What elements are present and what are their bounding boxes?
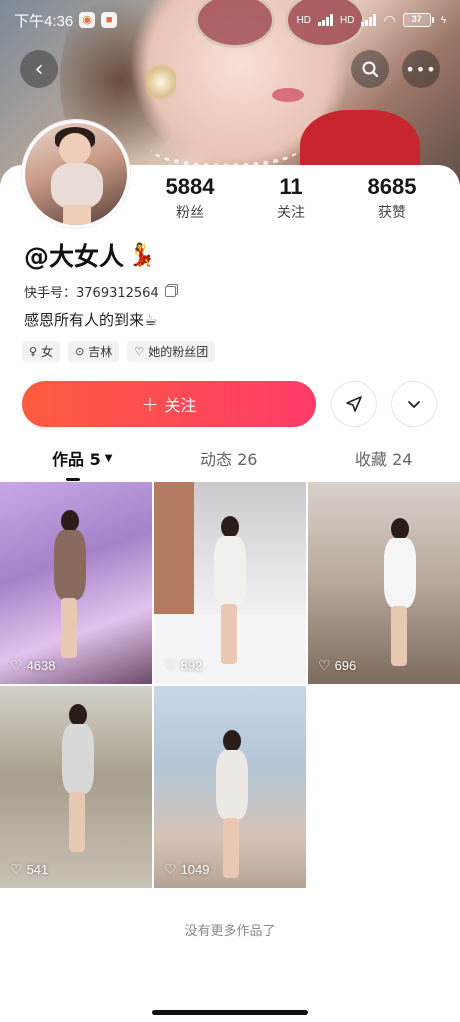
- location-pin-icon: ⊙: [75, 345, 85, 358]
- home-indicator[interactable]: [152, 1010, 308, 1015]
- fan-group-icon: ♡: [134, 345, 145, 358]
- nickname: @大女人 💃: [24, 237, 155, 273]
- tab-collections-label: 收藏 24: [355, 450, 413, 469]
- video-tile[interactable]: ♡ 541: [0, 686, 152, 888]
- expand-button[interactable]: [391, 381, 437, 427]
- more-icon: •••: [405, 59, 437, 79]
- plus-icon: +: [141, 392, 159, 416]
- video-tile[interactable]: ♡ 696: [308, 482, 460, 684]
- back-arrow-icon: ‹: [34, 56, 44, 82]
- following-count: 11: [279, 174, 303, 199]
- search-icon: [362, 61, 378, 77]
- share-icon: [346, 396, 362, 412]
- female-icon: ♀: [29, 345, 38, 358]
- dancer-emoji-icon: 💃: [128, 242, 156, 268]
- follow-button[interactable]: + 关注: [22, 381, 316, 427]
- kuaishou-id[interactable]: 快手号：3769312564: [24, 282, 176, 301]
- video-likes-count: 892: [180, 658, 203, 673]
- battery-icon: 37: [402, 13, 434, 27]
- notification-icon: ◉: [79, 12, 96, 28]
- video-likes: ♡ 4638: [10, 657, 55, 674]
- video-likes-count: 4638: [26, 658, 56, 673]
- video-likes: ♡ 696: [318, 657, 356, 674]
- share-button[interactable]: [331, 381, 377, 427]
- fans-label: 粉丝: [176, 205, 204, 221]
- likes-stat[interactable]: 8685 获赞: [342, 174, 442, 222]
- gender-label: 女: [41, 345, 54, 359]
- back-button[interactable]: ‹: [20, 50, 58, 88]
- location-label: 吉林: [88, 345, 113, 359]
- location-tag[interactable]: ⊙ 吉林: [68, 341, 120, 362]
- heart-icon: ♡: [318, 657, 331, 673]
- tab-indicator: [66, 478, 80, 481]
- video-likes-count: 541: [26, 862, 49, 877]
- tab-moments[interactable]: 动态 26: [200, 446, 257, 470]
- following-label: 关注: [277, 205, 305, 221]
- battery-level: 37: [402, 13, 431, 27]
- heart-icon: ♡: [10, 861, 23, 877]
- profile-tags: ♀ 女 ⊙ 吉林 ♡ 她的粉丝团: [22, 341, 216, 362]
- fans-stat[interactable]: 5884 粉丝: [140, 174, 240, 222]
- no-more-text: 没有更多作品了: [184, 924, 276, 939]
- search-button[interactable]: [351, 50, 389, 88]
- video-likes: ♡ 892: [164, 657, 202, 674]
- nickname-text: @大女人: [24, 242, 125, 271]
- likes-count: 8685: [367, 174, 417, 199]
- copy-icon[interactable]: [164, 286, 176, 297]
- wifi-icon: ◠: [383, 11, 396, 28]
- bio: 感恩所有人的到来☕: [24, 311, 158, 329]
- hd-badge-2: HD: [340, 14, 355, 26]
- video-tile[interactable]: ♡ 1049: [154, 686, 306, 888]
- hd-badge: HD: [296, 14, 312, 26]
- video-tile[interactable]: ♡ 892: [154, 482, 306, 684]
- tab-moments-label: 动态 26: [200, 450, 258, 469]
- chevron-down-icon: [408, 401, 420, 409]
- video-likes-count: 1049: [180, 862, 210, 877]
- fan-group-tag[interactable]: ♡ 她的粉丝团: [127, 341, 216, 362]
- heart-icon: ♡: [10, 657, 23, 673]
- signal-icon: [318, 14, 334, 26]
- content-tabs: 作品 5 ▼ 动态 26 收藏 24: [0, 446, 460, 482]
- kuaishou-id-text: 快手号：3769312564: [24, 286, 159, 301]
- charging-icon: ϟ: [440, 14, 446, 26]
- fans-count: 5884: [165, 174, 215, 199]
- status-time: 下午4:36: [14, 12, 74, 30]
- video-likes: ♡ 541: [10, 861, 48, 878]
- video-likes-count: 696: [334, 658, 357, 673]
- app-notification-icon: ■: [101, 12, 118, 28]
- heart-icon: ♡: [164, 861, 177, 877]
- follow-label: 关注: [164, 396, 197, 415]
- tab-works[interactable]: 作品 5 ▼: [52, 446, 112, 470]
- tab-works-label: 作品 5: [52, 450, 101, 469]
- tab-collections[interactable]: 收藏 24: [355, 446, 412, 470]
- heart-icon: ♡: [164, 657, 177, 673]
- gender-tag: ♀ 女: [22, 341, 61, 362]
- video-likes: ♡ 1049: [164, 861, 209, 878]
- profile-stats: 5884 粉丝 11 关注 8685 获赞: [0, 174, 460, 234]
- video-tile[interactable]: ♡ 4638: [0, 482, 152, 684]
- following-stat[interactable]: 11 关注: [241, 174, 341, 222]
- status-bar: 下午4:36 ◉ ■ HD HD ◠ 37 ϟ: [0, 0, 460, 40]
- likes-label: 获赞: [378, 205, 406, 221]
- fan-group-label: 她的粉丝团: [148, 345, 209, 359]
- signal-icon-2: [361, 14, 377, 26]
- more-button[interactable]: •••: [402, 50, 440, 88]
- caret-down-icon: ▼: [104, 452, 113, 464]
